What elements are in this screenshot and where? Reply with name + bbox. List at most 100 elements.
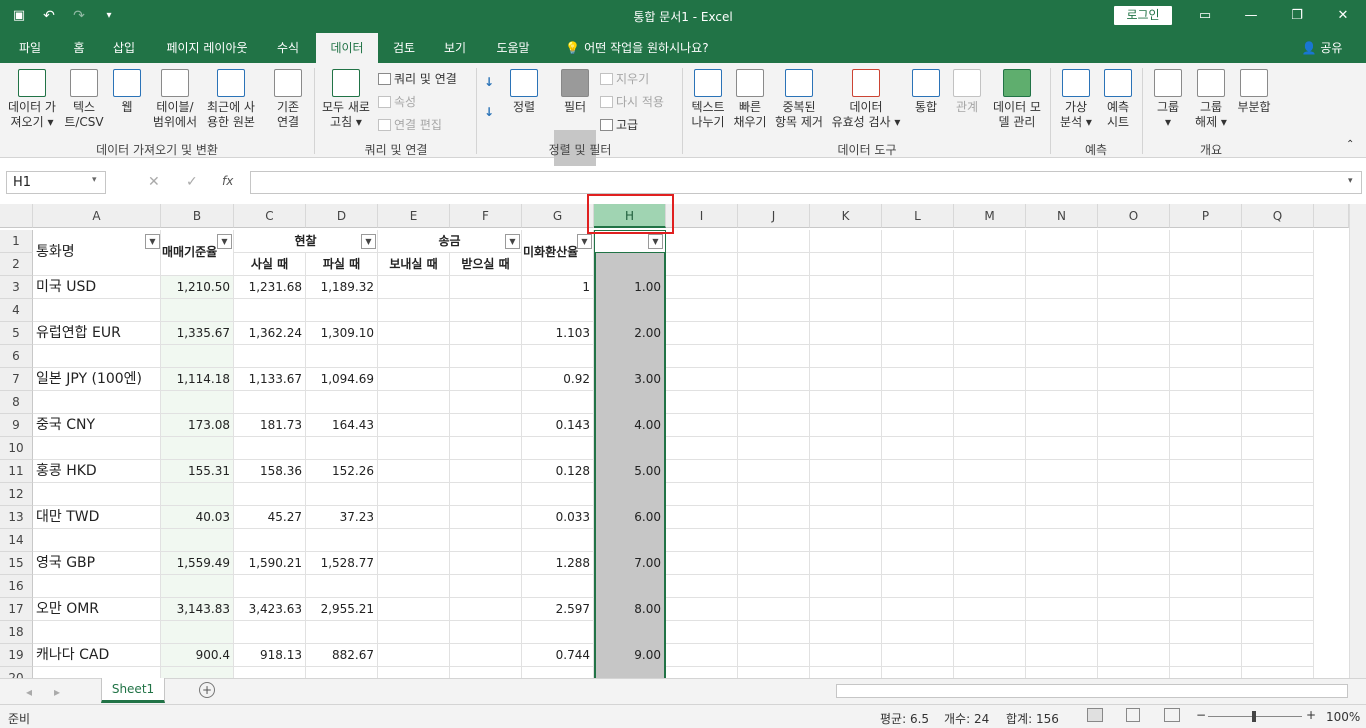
grid-cell[interactable] (1026, 575, 1098, 598)
row-header-4[interactable]: 4 (0, 299, 33, 322)
grid-cell[interactable] (378, 414, 450, 437)
grid-cell[interactable] (810, 506, 882, 529)
grid-cell[interactable] (1170, 460, 1242, 483)
grid-cell[interactable] (738, 322, 810, 345)
column-header-q[interactable]: Q (1242, 204, 1314, 228)
column-header-j[interactable]: J (738, 204, 810, 228)
filter-dropdown-d[interactable]: ▼ (361, 234, 376, 249)
grid-cell[interactable] (378, 667, 450, 678)
grid-cell[interactable] (738, 299, 810, 322)
sort-a-z-icon[interactable]: ↓ (484, 75, 494, 89)
grid-cell[interactable] (1170, 414, 1242, 437)
grid-cell[interactable] (1026, 322, 1098, 345)
grid-cell[interactable] (666, 483, 738, 506)
grid-cell[interactable] (1242, 460, 1314, 483)
tab-view[interactable]: 보기 (434, 33, 476, 63)
grid-cell[interactable] (1170, 437, 1242, 460)
grid-cell[interactable] (450, 552, 522, 575)
grid-cell[interactable] (1026, 230, 1098, 253)
grid-cell[interactable] (810, 437, 882, 460)
grid-cell[interactable] (378, 322, 450, 345)
grid-cell[interactable] (1098, 391, 1170, 414)
normal-view-icon[interactable] (1087, 708, 1103, 722)
grid-cell[interactable] (234, 667, 306, 678)
grid-cell[interactable] (1170, 506, 1242, 529)
grid-cell[interactable] (1098, 529, 1170, 552)
grid-cell[interactable] (306, 345, 378, 368)
data-validation-button[interactable]: 데이터 유효성 검사 ▾ (828, 69, 904, 130)
grid-cell[interactable] (666, 506, 738, 529)
remove-duplicates-button[interactable]: 중복된 항목 제거 (772, 69, 826, 130)
row-header-19[interactable]: 19 (0, 644, 33, 667)
row-header-2[interactable]: 2 (0, 253, 33, 276)
grid-cell[interactable] (1026, 529, 1098, 552)
close-icon[interactable]: ✕ (1328, 5, 1358, 27)
recent-sources-button[interactable]: 최근에 사 용한 원본 (202, 69, 260, 130)
row-header-14[interactable]: 14 (0, 529, 33, 552)
grid-cell[interactable] (1242, 575, 1314, 598)
row-header-3[interactable]: 3 (0, 276, 33, 299)
row-header-5[interactable]: 5 (0, 322, 33, 345)
grid-cell[interactable] (378, 621, 450, 644)
grid-cell[interactable] (954, 299, 1026, 322)
grid-cell[interactable] (378, 529, 450, 552)
relationships-button[interactable]: 관계 (948, 69, 986, 115)
clear-filter-button[interactable]: 지우기 (600, 70, 649, 87)
consolidate-button[interactable]: 통합 (908, 69, 944, 115)
grid-cell[interactable] (882, 391, 954, 414)
grid-cell[interactable] (810, 621, 882, 644)
grid-cell[interactable] (810, 667, 882, 678)
grid-cell[interactable] (1098, 276, 1170, 299)
grid-cell[interactable] (810, 644, 882, 667)
tab-review[interactable]: 검토 (384, 33, 424, 63)
grid-cell[interactable] (666, 368, 738, 391)
grid-cell[interactable] (1242, 506, 1314, 529)
group-button[interactable]: 그룹 ▾ (1148, 69, 1188, 130)
grid-cell[interactable] (522, 391, 594, 414)
page-break-view-icon[interactable] (1164, 708, 1180, 722)
what-if-button[interactable]: 가상 분석 ▾ (1054, 69, 1098, 130)
grid-cell[interactable] (450, 483, 522, 506)
grid-cell[interactable] (738, 644, 810, 667)
grid-cell[interactable] (378, 506, 450, 529)
grid-cell[interactable] (1170, 529, 1242, 552)
grid-cell[interactable] (1026, 345, 1098, 368)
grid-cell[interactable] (882, 437, 954, 460)
grid-cell[interactable] (450, 391, 522, 414)
grid-cell[interactable] (882, 575, 954, 598)
collapse-ribbon-icon[interactable]: ⌃ (1346, 139, 1354, 150)
restore-icon[interactable]: ❐ (1282, 5, 1312, 27)
grid-cell[interactable] (954, 575, 1026, 598)
grid-cell[interactable] (1170, 483, 1242, 506)
grid-cell[interactable] (378, 460, 450, 483)
filter-dropdown-g[interactable]: ▼ (577, 234, 592, 249)
tab-insert[interactable]: 삽입 (104, 33, 144, 63)
grid-cell[interactable] (450, 529, 522, 552)
grid-cell[interactable] (954, 598, 1026, 621)
grid-cell[interactable] (666, 253, 738, 276)
grid-cell[interactable] (810, 391, 882, 414)
from-text-csv-button[interactable]: 텍스 트/CSV (62, 69, 106, 130)
row-header-11[interactable]: 11 (0, 460, 33, 483)
grid-cell[interactable] (810, 368, 882, 391)
grid-cell[interactable] (33, 529, 161, 552)
grid-cell[interactable] (378, 437, 450, 460)
zoom-level[interactable]: 100% (1326, 710, 1360, 724)
grid-cell[interactable] (450, 460, 522, 483)
grid-cell[interactable] (1170, 230, 1242, 253)
grid-cell[interactable] (738, 276, 810, 299)
page-layout-view-icon[interactable] (1126, 708, 1140, 722)
grid-cell[interactable] (882, 253, 954, 276)
grid-cell[interactable] (33, 621, 161, 644)
grid-cell[interactable] (1026, 483, 1098, 506)
tab-help[interactable]: 도움말 (486, 33, 540, 63)
grid-cell[interactable] (810, 552, 882, 575)
grid-cell[interactable] (738, 437, 810, 460)
advanced-filter-button[interactable]: 고급 (600, 116, 638, 133)
grid-cell[interactable] (522, 575, 594, 598)
grid-cell[interactable] (378, 276, 450, 299)
sort-z-a-icon[interactable]: ↓ (484, 105, 494, 119)
grid-cell[interactable] (810, 529, 882, 552)
grid-cell[interactable] (234, 299, 306, 322)
grid-cell[interactable] (450, 368, 522, 391)
